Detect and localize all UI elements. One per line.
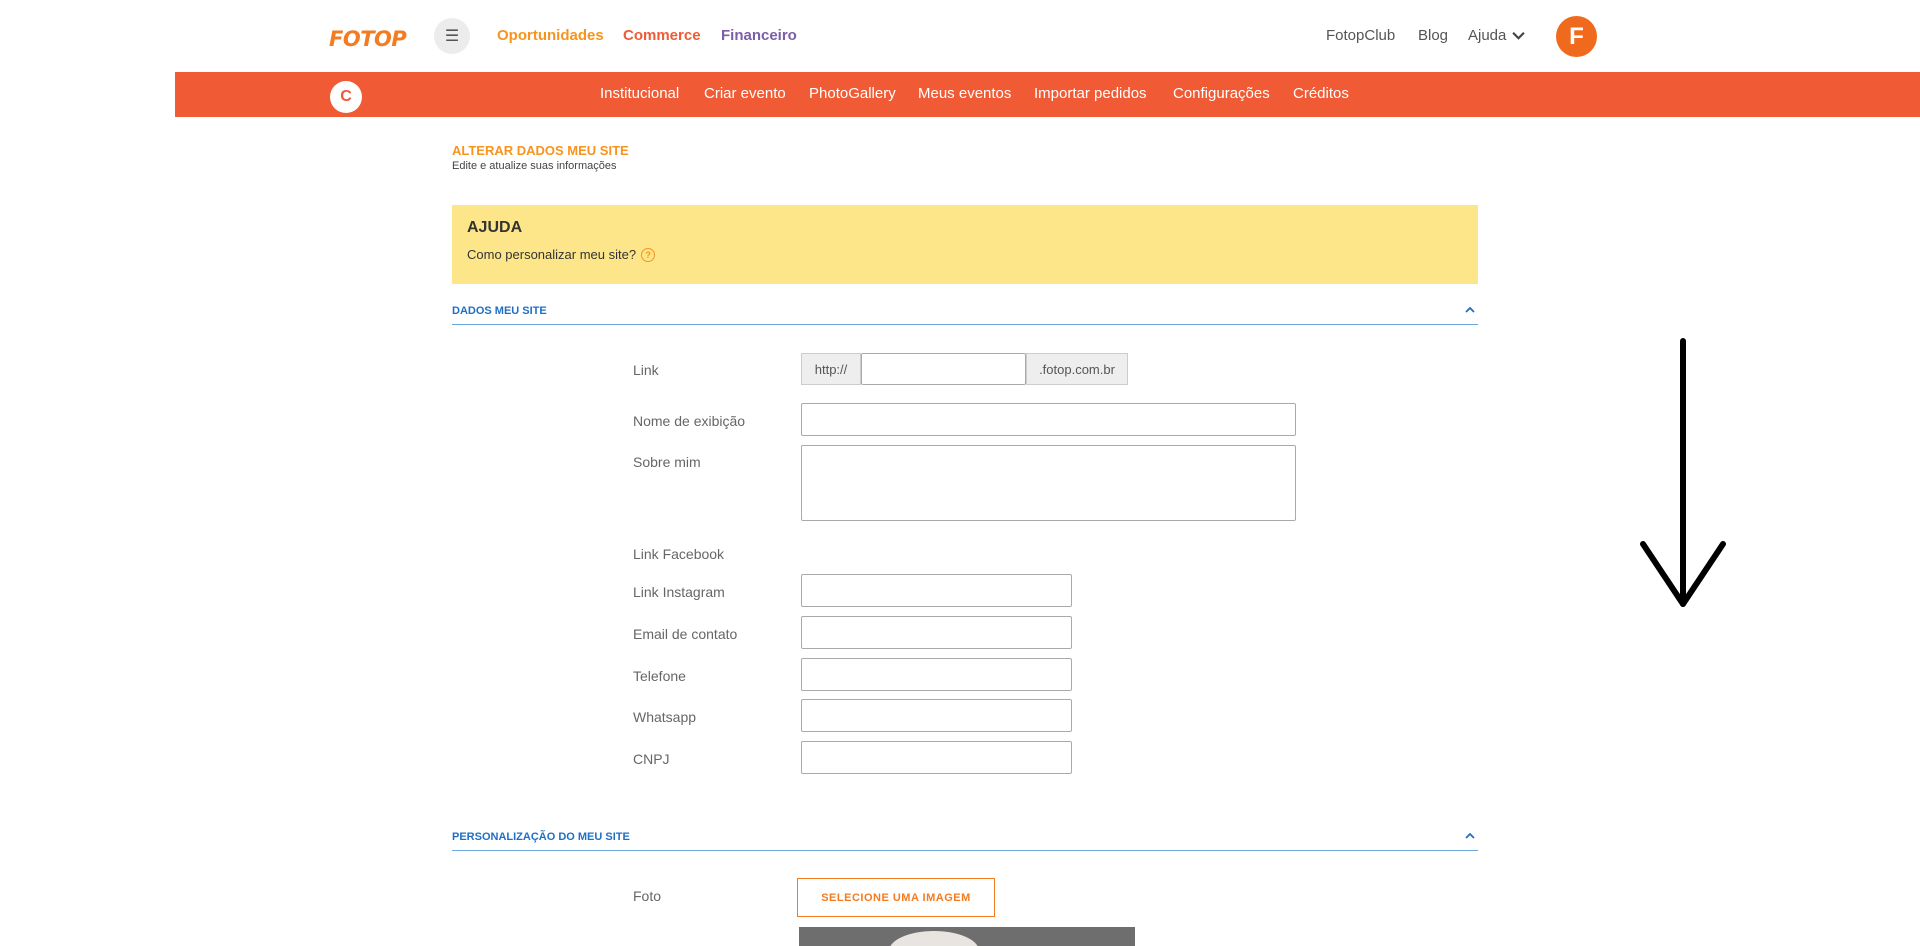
facebook-label: Link Facebook [633, 546, 725, 562]
help-box: AJUDA Como personalizar meu site? ? [452, 205, 1478, 284]
nav-fotopclub[interactable]: FotopClub [1326, 27, 1395, 44]
link-label: Link [633, 362, 659, 378]
sobre-textarea[interactable] [801, 445, 1296, 521]
help-title: AJUDA [467, 219, 523, 236]
link-suffix: .fotop.com.br [1026, 353, 1128, 385]
arrow-down-icon [1640, 338, 1726, 607]
subnav-criar-evento[interactable]: Criar evento [704, 85, 786, 102]
whatsapp-label: Whatsapp [633, 709, 697, 725]
subnav-configuracoes[interactable]: Configurações [1173, 85, 1270, 102]
subnav-importar-pedidos[interactable]: Importar pedidos [1034, 85, 1147, 102]
nav-financeiro[interactable]: Financeiro [721, 27, 797, 44]
subnav-institucional[interactable]: Institucional [600, 85, 679, 102]
email-input[interactable] [801, 616, 1072, 649]
subnav-creditos[interactable]: Créditos [1293, 85, 1349, 102]
top-navbar: FOTOP ☰ Oportunidades Commerce Financeir… [0, 0, 1920, 72]
cnpj-input[interactable] [801, 741, 1072, 774]
instagram-input[interactable] [801, 574, 1072, 607]
help-text: Como personalizar meu site? [467, 247, 637, 262]
sub-navbar-extension [1540, 72, 1920, 117]
commerce-circle-icon[interactable]: C [330, 81, 362, 113]
hamburger-menu-button[interactable]: ☰ [434, 18, 470, 54]
nome-label: Nome de exibição [633, 413, 746, 429]
link-input[interactable] [861, 353, 1026, 385]
question-icon[interactable]: ? [641, 247, 656, 262]
foto-label: Foto [633, 888, 662, 904]
user-avatar[interactable]: F [1556, 16, 1597, 57]
chevron-down-icon [1512, 32, 1526, 40]
chevron-up-icon[interactable] [1464, 304, 1476, 316]
photo-preview [799, 927, 1135, 946]
instagram-label: Link Instagram [633, 584, 725, 600]
section-personalizacao[interactable]: PERSONALIZAÇÃO DO MEU SITE [452, 825, 1478, 851]
section-dados-meu-site[interactable]: DADOS MEU SITE [452, 299, 1478, 325]
subnav-photogallery[interactable]: PhotoGallery [809, 85, 896, 102]
nome-input[interactable] [801, 403, 1296, 436]
section-label: DADOS MEU SITE [452, 305, 547, 317]
fotop-logo[interactable]: FOTOP [329, 27, 407, 51]
select-image-button[interactable]: SELECIONE UMA IMAGEM [797, 878, 995, 917]
nav-blog[interactable]: Blog [1418, 27, 1448, 44]
help-link[interactable]: Como personalizar meu site? ? [467, 247, 656, 262]
nav-commerce[interactable]: Commerce [623, 27, 701, 44]
hamburger-icon: ☰ [444, 28, 460, 45]
page-title: ALTERAR DADOS MEU SITE [452, 143, 629, 158]
ajuda-label: Ajuda [1468, 27, 1507, 44]
whatsapp-input[interactable] [801, 699, 1072, 732]
section-label: PERSONALIZAÇÃO DO MEU SITE [452, 831, 630, 843]
chevron-up-icon[interactable] [1464, 830, 1476, 842]
cnpj-label: CNPJ [633, 751, 670, 767]
telefone-label: Telefone [633, 668, 686, 684]
link-prefix: http:// [801, 353, 861, 385]
sobre-label: Sobre mim [633, 454, 701, 470]
subnav-meus-eventos[interactable]: Meus eventos [918, 85, 1011, 102]
photo-preview-subject [889, 931, 979, 946]
ajuda-dropdown[interactable]: Ajuda [1468, 27, 1526, 44]
telefone-input[interactable] [801, 658, 1072, 691]
email-label: Email de contato [633, 626, 738, 642]
nav-oportunidades[interactable]: Oportunidades [497, 27, 604, 44]
page-subtitle: Edite e atualize suas informações [452, 160, 617, 172]
